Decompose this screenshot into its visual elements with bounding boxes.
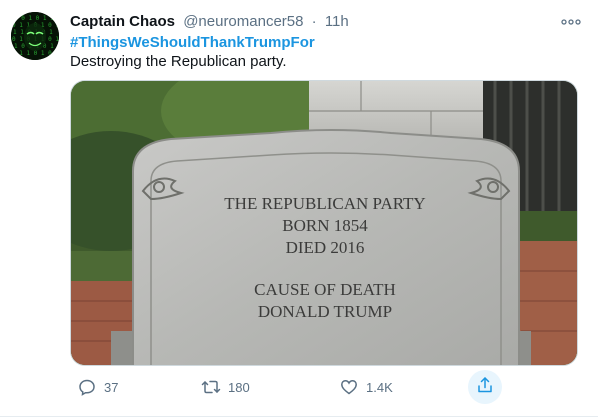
separator-dot: · [311, 13, 317, 30]
retweet-icon [194, 372, 228, 402]
author-name[interactable]: Captain Chaos [70, 13, 175, 30]
svg-text:0 1 1 0 1 0 1: 0 1 1 0 1 0 1 [12, 50, 59, 57]
share-button[interactable] [468, 370, 502, 404]
like-count: 1.4K [366, 379, 393, 395]
heart-icon [332, 372, 366, 402]
svg-text:1 0 1 0 1 1: 1 0 1 0 1 1 [14, 15, 54, 22]
tweet-time[interactable]: 11h [325, 13, 349, 30]
share-icon [476, 376, 494, 399]
tweet-actions: 37 180 1.4K [70, 370, 510, 404]
more-icon[interactable] [558, 12, 584, 32]
reply-count: 37 [104, 379, 119, 395]
retweet-button[interactable]: 180 [194, 372, 250, 402]
author-handle[interactable]: @neuromancer58 [183, 13, 303, 30]
tweet-header: Captain Chaos @neuromancer58 · 11h [70, 12, 558, 32]
tweet-image[interactable]: THE REPUBLICAN PARTY BORN 1854 DIED 2016… [70, 80, 578, 366]
reply-icon [70, 372, 104, 402]
tweet[interactable]: 1 0 1 0 1 1 0 1 1 0 1 0 1 1 1 0 1 0 1 0 … [0, 0, 598, 417]
inscription-line-3: DIED 2016 [286, 238, 365, 257]
tweet-text: Destroying the Republican party. [70, 53, 287, 70]
retweet-count: 180 [228, 379, 250, 395]
inscription-line-1: THE REPUBLICAN PARTY [224, 194, 425, 213]
like-button[interactable]: 1.4K [332, 372, 393, 402]
hashtag-link[interactable]: #ThingsWeShouldThankTrumpFor [70, 33, 315, 53]
inscription-line-5: DONALD TRUMP [258, 302, 392, 321]
inscription-line-4: CAUSE OF DEATH [254, 280, 396, 299]
avatar[interactable]: 1 0 1 0 1 1 0 1 1 0 1 0 1 1 1 0 1 0 1 0 … [11, 12, 59, 60]
reply-button[interactable]: 37 [70, 372, 118, 402]
inscription-line-2: BORN 1854 [282, 216, 368, 235]
